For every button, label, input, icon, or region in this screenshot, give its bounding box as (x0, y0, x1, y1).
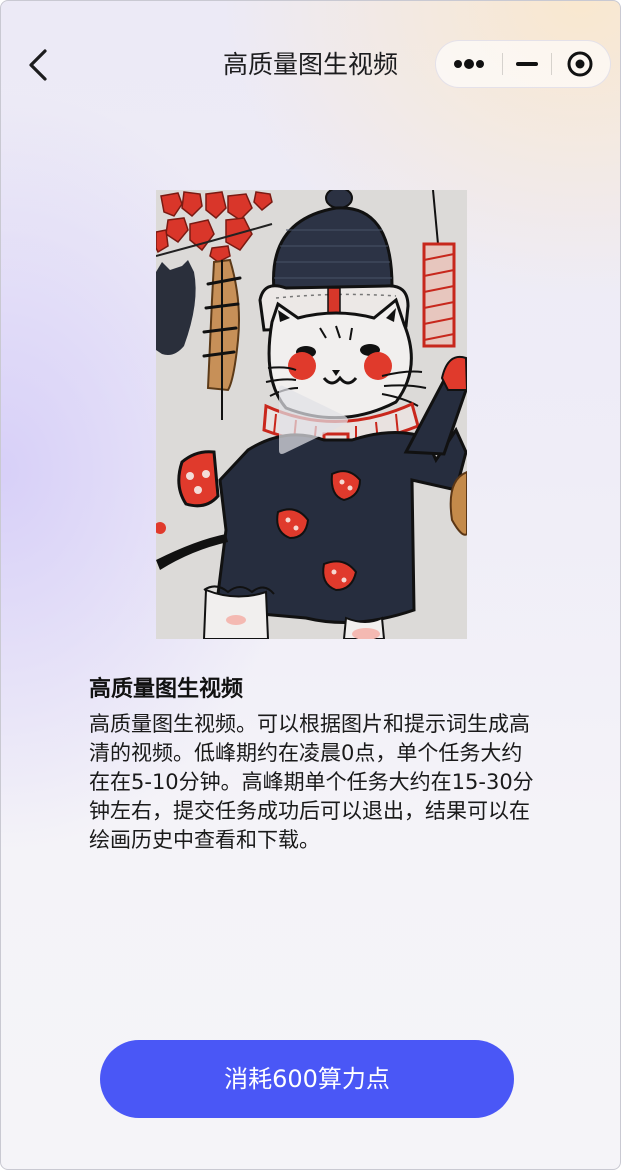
feature-title: 高质量图生视频 (89, 677, 244, 702)
more-button[interactable] (436, 41, 502, 87)
consume-points-button[interactable]: 消耗600算力点 (100, 1040, 514, 1118)
capsule-menu (435, 40, 611, 88)
minimize-button[interactable] (503, 41, 551, 87)
close-button[interactable] (552, 41, 610, 87)
feature-description: 高质量图生视频。可以根据图片和提示词生成高清的视频。低峰期约在凌晨0点，单个任务… (89, 712, 534, 852)
more-dots-icon (454, 59, 484, 69)
play-icon[interactable] (275, 382, 351, 458)
target-close-icon (567, 51, 593, 77)
minimize-icon (516, 62, 538, 66)
mini-program-page: 高质量图生视频 高质量图生视频 高质量图生视频。可以根据图片和提示词生成高清的视… (0, 0, 621, 1170)
